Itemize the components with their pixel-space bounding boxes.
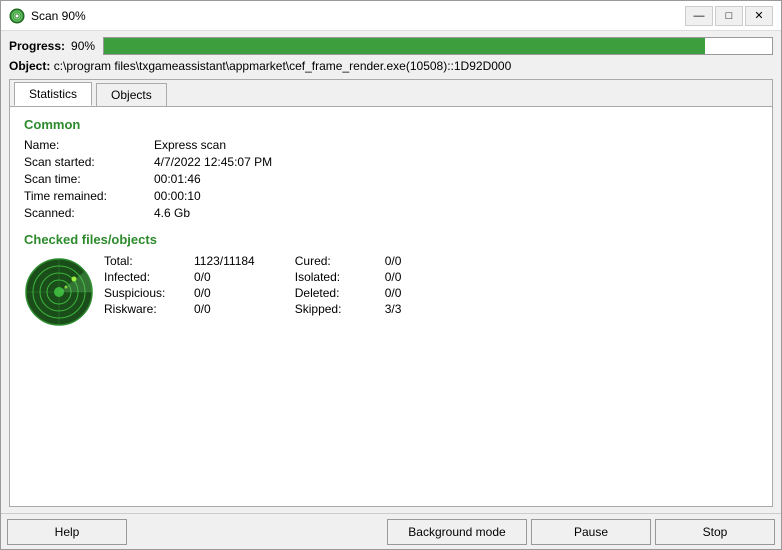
info-key-scanned: Scanned: bbox=[24, 206, 154, 220]
progress-row: Progress: 90% bbox=[9, 37, 773, 55]
stats-left-col: Total: 1123/11184 Infected: 0/0 Suspicio… bbox=[104, 253, 255, 317]
info-row-started: Scan started: 4/7/2022 12:45:07 PM bbox=[24, 155, 758, 169]
stats-key-total: Total: bbox=[104, 254, 194, 268]
checked-section-title: Checked files/objects bbox=[24, 232, 758, 247]
bottom-btn-group: Background mode Pause Stop bbox=[387, 519, 775, 545]
info-val-scanned: 4.6 Gb bbox=[154, 206, 190, 220]
bottom-bar: Help Background mode Pause Stop bbox=[1, 513, 781, 549]
info-key-started: Scan started: bbox=[24, 155, 154, 169]
stats-val-infected: 0/0 bbox=[194, 270, 211, 284]
stats-skipped: Skipped: 3/3 bbox=[295, 301, 402, 317]
stats-val-deleted: 0/0 bbox=[385, 286, 402, 300]
window-controls: — □ ✕ bbox=[685, 6, 773, 26]
background-mode-button[interactable]: Background mode bbox=[387, 519, 527, 545]
info-key-name: Name: bbox=[24, 138, 154, 152]
common-info-table: Name: Express scan Scan started: 4/7/202… bbox=[24, 138, 758, 220]
progress-percent: 90% bbox=[71, 39, 95, 53]
info-row-name: Name: Express scan bbox=[24, 138, 758, 152]
stats-deleted: Deleted: 0/0 bbox=[295, 285, 402, 301]
stats-infected: Infected: 0/0 bbox=[104, 269, 255, 285]
radar-icon bbox=[24, 257, 94, 327]
stats-main: Total: 1123/11184 Infected: 0/0 Suspicio… bbox=[24, 253, 758, 327]
stats-key-riskware: Riskware: bbox=[104, 302, 194, 316]
stats-columns: Total: 1123/11184 Infected: 0/0 Suspicio… bbox=[104, 253, 758, 317]
stats-isolated: Isolated: 0/0 bbox=[295, 269, 402, 285]
info-val-remained: 00:00:10 bbox=[154, 189, 201, 203]
stats-total: Total: 1123/11184 bbox=[104, 253, 255, 269]
stats-key-infected: Infected: bbox=[104, 270, 194, 284]
info-val-name: Express scan bbox=[154, 138, 226, 152]
info-val-started: 4/7/2022 12:45:07 PM bbox=[154, 155, 272, 169]
progress-bar-fill bbox=[104, 38, 705, 54]
tab-content-statistics: Common Name: Express scan Scan started: … bbox=[10, 107, 772, 506]
content-area: Progress: 90% Object: c:\program files\t… bbox=[1, 31, 781, 513]
stats-val-suspicious: 0/0 bbox=[194, 286, 211, 300]
maximize-button[interactable]: □ bbox=[715, 6, 743, 26]
info-key-time: Scan time: bbox=[24, 172, 154, 186]
stats-cured: Cured: 0/0 bbox=[295, 253, 402, 269]
close-button[interactable]: ✕ bbox=[745, 6, 773, 26]
main-window: Scan 90% — □ ✕ Progress: 90% Object: c:\… bbox=[0, 0, 782, 550]
stats-right-col: Cured: 0/0 Isolated: 0/0 Deleted: 0/0 bbox=[295, 253, 402, 317]
object-label: Object: bbox=[9, 59, 50, 73]
common-section-title: Common bbox=[24, 117, 758, 132]
stats-grid-container: Total: 1123/11184 Infected: 0/0 Suspicio… bbox=[104, 253, 758, 317]
progress-bar-container bbox=[103, 37, 773, 55]
progress-label: Progress: bbox=[9, 39, 65, 53]
stats-key-isolated: Isolated: bbox=[295, 270, 385, 284]
tab-statistics[interactable]: Statistics bbox=[14, 82, 92, 106]
stats-suspicious: Suspicious: 0/0 bbox=[104, 285, 255, 301]
window-title: Scan 90% bbox=[31, 9, 685, 23]
stats-val-isolated: 0/0 bbox=[385, 270, 402, 284]
object-row: Object: c:\program files\txgameassistant… bbox=[9, 59, 773, 73]
minimize-button[interactable]: — bbox=[685, 6, 713, 26]
help-button[interactable]: Help bbox=[7, 519, 127, 545]
stats-val-total: 1123/11184 bbox=[194, 254, 255, 268]
info-row-remained: Time remained: 00:00:10 bbox=[24, 189, 758, 203]
stats-val-riskware: 0/0 bbox=[194, 302, 211, 316]
title-bar: Scan 90% — □ ✕ bbox=[1, 1, 781, 31]
tab-container: Statistics Objects Common Name: Express … bbox=[9, 79, 773, 507]
tab-objects[interactable]: Objects bbox=[96, 83, 167, 106]
tab-bar: Statistics Objects bbox=[10, 80, 772, 107]
stats-key-cured: Cured: bbox=[295, 254, 385, 268]
stats-key-deleted: Deleted: bbox=[295, 286, 385, 300]
stats-key-skipped: Skipped: bbox=[295, 302, 385, 316]
stats-key-suspicious: Suspicious: bbox=[104, 286, 194, 300]
pause-button[interactable]: Pause bbox=[531, 519, 651, 545]
stats-val-skipped: 3/3 bbox=[385, 302, 402, 316]
info-row-scanned: Scanned: 4.6 Gb bbox=[24, 206, 758, 220]
info-row-time: Scan time: 00:01:46 bbox=[24, 172, 758, 186]
stop-button[interactable]: Stop bbox=[655, 519, 775, 545]
stats-riskware: Riskware: 0/0 bbox=[104, 301, 255, 317]
object-value: c:\program files\txgameassistant\appmark… bbox=[54, 59, 512, 73]
info-val-time: 00:01:46 bbox=[154, 172, 201, 186]
info-key-remained: Time remained: bbox=[24, 189, 154, 203]
app-icon bbox=[9, 8, 25, 24]
stats-val-cured: 0/0 bbox=[385, 254, 402, 268]
